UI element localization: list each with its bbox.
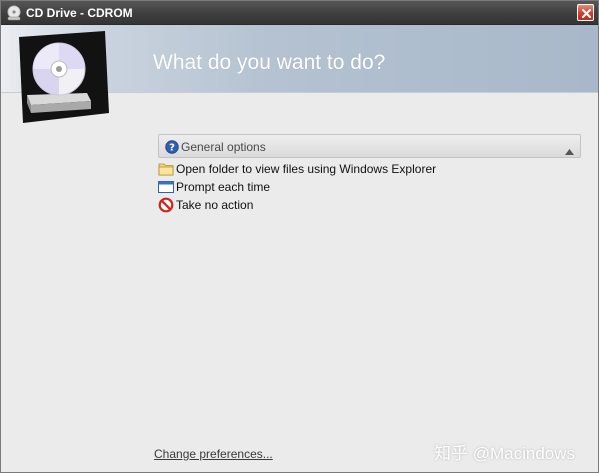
page-title: What do you want to do? (153, 51, 386, 74)
close-button[interactable] (577, 4, 594, 21)
title-bar[interactable]: CD Drive - CDROM (1, 1, 598, 25)
folder-icon (158, 161, 174, 177)
watermark-text: 知乎 @Macindows (434, 444, 576, 463)
window-icon (158, 179, 174, 195)
general-options-label: General options (181, 140, 266, 154)
autoplay-window: CD Drive - CDROM What do you want to do? (0, 0, 599, 473)
close-icon (582, 9, 591, 18)
option-no-action-label: Take no action (176, 198, 254, 212)
option-prompt-each-time[interactable]: Prompt each time (158, 179, 278, 195)
help-icon: ? (165, 140, 179, 159)
option-take-no-action[interactable]: Take no action (158, 197, 268, 213)
option-open-folder-label: Open folder to view files using Windows … (176, 162, 437, 176)
cd-small-icon (6, 5, 22, 21)
svg-text:?: ? (169, 143, 175, 154)
general-options-header[interactable]: ? General options (158, 134, 581, 158)
option-prompt-label: Prompt each time (176, 180, 271, 194)
no-action-icon (158, 197, 174, 213)
change-preferences-link[interactable]: Change preferences... (154, 447, 273, 461)
chevron-up-icon[interactable] (565, 142, 574, 160)
window-title: CD Drive - CDROM (26, 6, 133, 20)
option-open-folder[interactable]: Open folder to view files using Windows … (158, 161, 436, 177)
cd-drive-icon (5, 29, 115, 125)
